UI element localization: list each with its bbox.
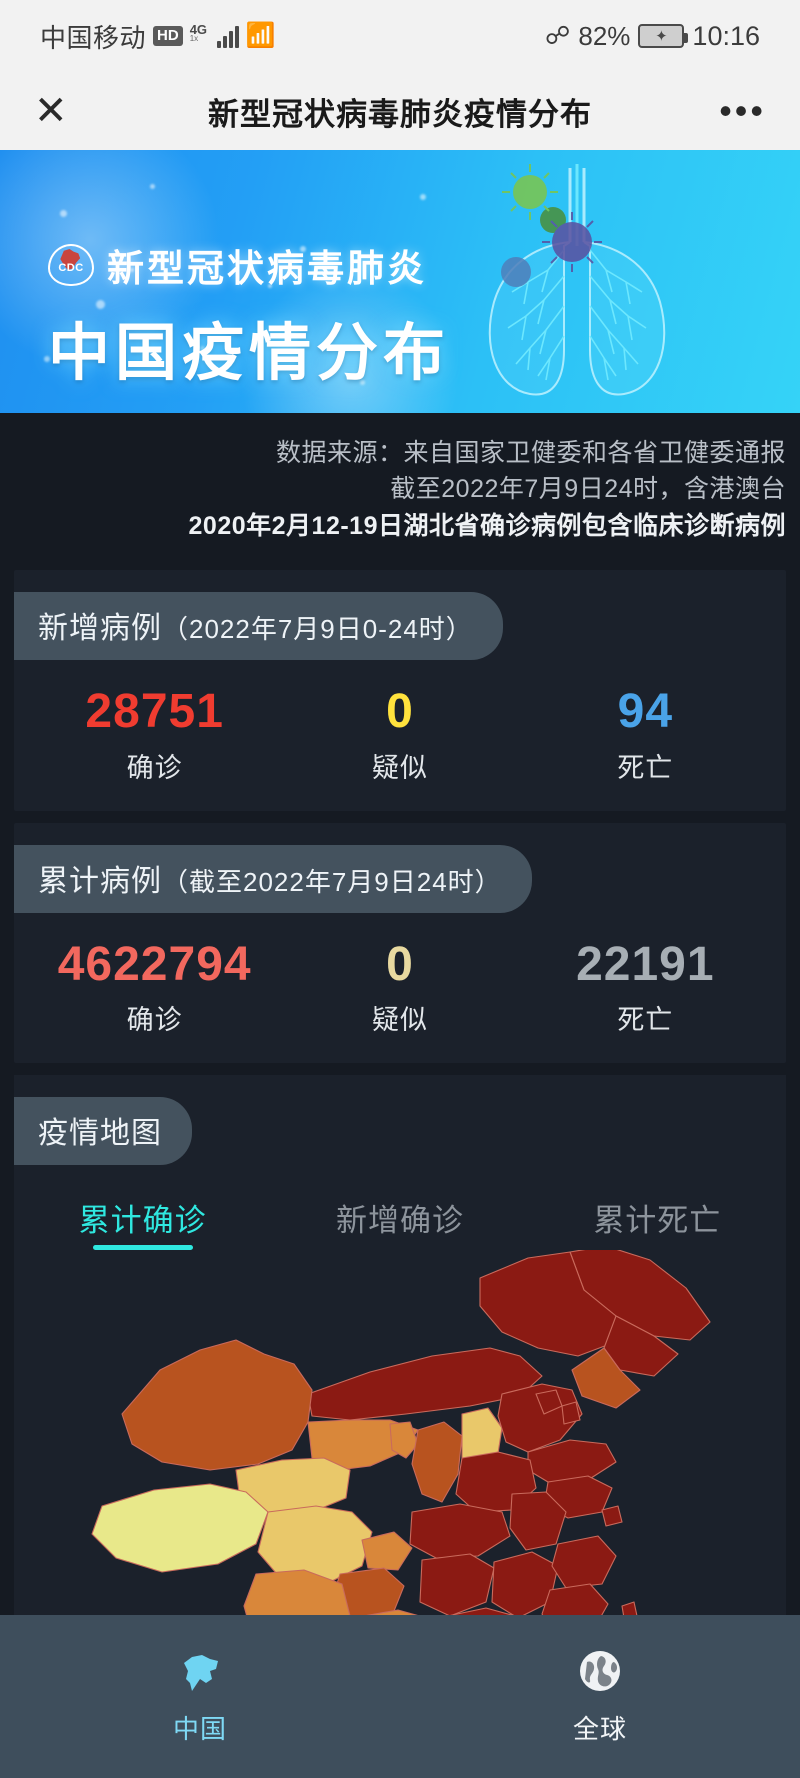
map-tabs: 累计确诊 新增确诊 累计死亡 [14,1181,786,1250]
new-cases-title-pill: 新增病例（2022年7月9日0-24时） [14,591,503,660]
page-content: 数据来源：来自国家卫健委和各省卫健委通报 截至2022年7月9日24时，含港澳台… [0,413,800,1651]
new-cases-stats: 28751 确诊 0 疑似 94 死亡 [14,676,786,785]
app-nav-bar: ✕ 新型冠状病毒肺炎疫情分布 ••• [0,72,800,150]
map-title-pill: 疫情地图 [14,1097,192,1166]
stat-confirmed: 28751 确诊 [32,684,277,785]
carrier-label: 中国移动 [40,22,147,53]
total-cases-stats: 4622794 确诊 0 疑似 22191 死亡 [14,929,786,1038]
stat-deaths: 94 死亡 [523,684,768,785]
epidemic-map-card: 疫情地图 累计确诊 新增确诊 累计死亡 [14,1075,786,1651]
status-bar: 中国移动 HD 4G 1x 📶 ☍ 82% ✦ 10:16 [0,0,800,72]
network-type-icon: 4G 1x [190,23,210,49]
hero-banner: CDC 新型冠状病毒肺炎 中国疫情分布 [0,150,800,413]
wifi-icon: 📶 [245,22,276,49]
total-cases-period: （截至2022年7月9日24时） [162,866,502,897]
close-icon[interactable]: ✕ [34,91,68,131]
total-cases-title: 累计病例 [38,864,162,898]
bottom-nav-label-china: 中国 [172,1714,227,1744]
total-cases-title-pill: 累计病例（截至2022年7月9日24时） [14,844,532,913]
banner-title: 中国疫情分布 [48,319,451,388]
lungs-illustration [488,164,666,396]
china-map-icon [176,1647,224,1695]
battery-icon: ✦ [638,24,689,48]
data-source-block: 数据来源：来自国家卫健委和各省卫健委通报 截至2022年7月9日24时，含港澳台… [0,413,800,558]
stat-suspected-label: 疑似 [371,752,428,783]
bottom-nav-label-global: 全球 [572,1714,627,1744]
hd-icon: HD [153,25,183,47]
source-line-2: 截至2022年7月9日24时，含港澳台 [390,475,786,504]
total-stat-suspected-label: 疑似 [371,1005,428,1036]
stat-deaths-value: 94 [617,684,674,738]
source-line-1: 数据来源：来自国家卫健委和各省卫健委通报 [275,439,786,467]
total-stat-deaths: 22191 死亡 [523,937,768,1038]
battery-percent-label: 82% [578,20,631,51]
status-bar-left: 中国移动 HD 4G 1x 📶 [40,18,276,55]
stat-suspected-value: 0 [386,684,414,738]
bottom-nav-item-china[interactable]: 中国 [0,1615,400,1778]
new-cases-period: （2022年7月9日0-24时） [162,613,473,644]
more-options-icon[interactable]: ••• [719,93,766,128]
total-stat-confirmed: 4622794 确诊 [32,937,277,1038]
page-title: 新型冠状病毒肺炎疫情分布 [208,96,592,132]
total-stat-deaths-label: 死亡 [617,1005,674,1036]
status-bar-right: ☍ 82% ✦ 10:16 [545,21,760,52]
total-stat-confirmed-label: 确诊 [126,1005,183,1036]
china-map-container[interactable] [14,1250,786,1651]
total-stat-confirmed-value: 4622794 [57,937,252,991]
china-choropleth-map[interactable] [50,1250,750,1651]
total-stat-suspected-value: 0 [386,937,414,991]
new-cases-card: 新增病例（2022年7月9日0-24时） 28751 确诊 0 疑似 94 死亡 [14,569,786,811]
bottom-nav-item-global[interactable]: 全球 [400,1615,800,1778]
stat-suspected: 0 疑似 [277,684,522,785]
stat-confirmed-label: 确诊 [126,752,183,783]
tab-total-confirmed[interactable]: 累计确诊 [14,1195,271,1250]
banner-subtitle: 新型冠状病毒肺炎 [107,248,427,289]
signal-bars-icon [216,24,239,48]
bluetooth-icon: ☍ [545,21,571,50]
total-cases-card: 累计病例（截至2022年7月9日24时） 4622794 确诊 0 疑似 221… [14,822,786,1064]
source-line-3: 2020年2月12-19日湖北省确诊病例包含临床诊断病例 [188,511,786,540]
globe-icon [577,1647,623,1695]
clock-label: 10:16 [692,20,760,51]
network-subtype-label: 1x [189,34,199,43]
banner-text-block: CDC 新型冠状病毒肺炎 中国疫情分布 [48,238,450,392]
stat-deaths-label: 死亡 [617,752,674,783]
tab-new-confirmed[interactable]: 新增确诊 [271,1195,528,1250]
total-stat-deaths-value: 22191 [576,937,715,991]
total-stat-suspected: 0 疑似 [277,937,522,1038]
tab-total-deaths[interactable]: 累计死亡 [529,1195,786,1250]
bottom-nav-bar: 中国 全球 [0,1615,800,1778]
new-cases-title: 新增病例 [38,611,162,645]
cdc-logo-icon: CDC [48,244,94,286]
stat-confirmed-value: 28751 [85,684,224,738]
